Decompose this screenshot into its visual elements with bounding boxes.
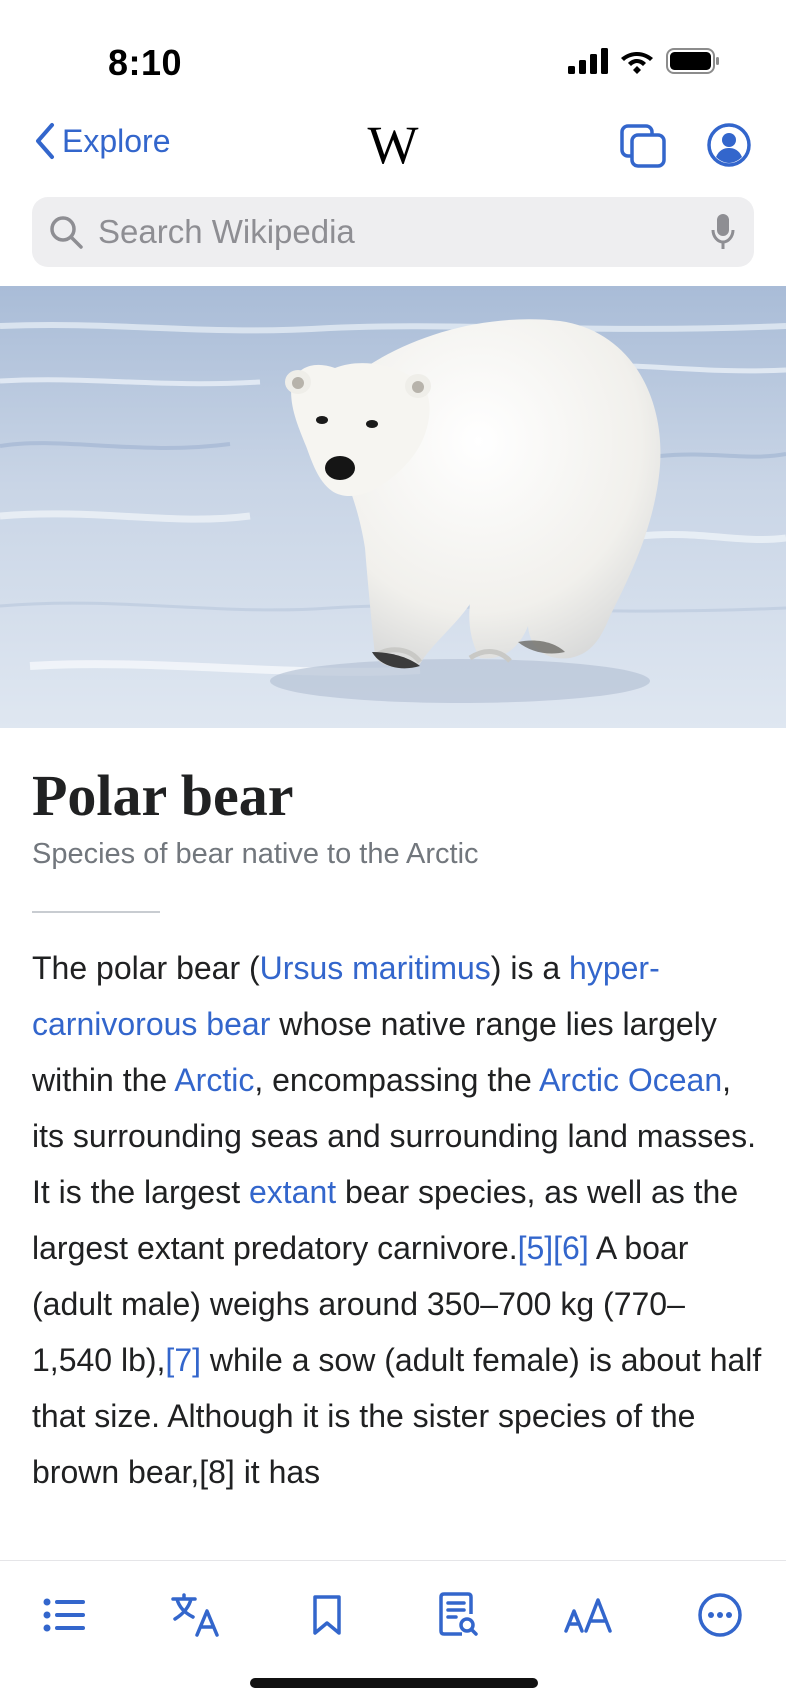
more-button[interactable] <box>692 1587 748 1643</box>
article-text: The polar bear ( <box>32 950 260 986</box>
title-divider <box>32 911 160 913</box>
find-in-page-button[interactable] <box>430 1587 486 1643</box>
text-size-icon <box>564 1598 612 1633</box>
article-link[interactable]: Arctic <box>174 1062 254 1098</box>
article-body: The polar bear (Ursus maritimus) is a hy… <box>32 940 762 1500</box>
lead-image[interactable] <box>0 286 786 728</box>
more-icon <box>698 1593 742 1637</box>
polar-bear-image <box>0 286 786 728</box>
save-button[interactable] <box>299 1587 355 1643</box>
search-input[interactable]: Search Wikipedia <box>32 197 754 267</box>
status-time: 8:10 <box>108 42 183 83</box>
search-icon <box>50 216 83 249</box>
article-link[interactable]: [6] <box>553 1230 589 1266</box>
article-link[interactable]: [7] <box>165 1342 201 1378</box>
languages-icon <box>171 1593 219 1637</box>
home-indicator <box>250 1678 538 1688</box>
languages-button[interactable] <box>168 1587 224 1643</box>
tabs-button[interactable] <box>620 124 666 173</box>
article-link[interactable]: [5] <box>518 1230 554 1266</box>
text-size-button[interactable] <box>561 1587 617 1643</box>
table-of-contents-button[interactable] <box>37 1587 93 1643</box>
cellular-signal-icon <box>568 48 608 74</box>
profile-icon <box>707 123 751 167</box>
tabs-icon <box>620 124 666 168</box>
article-text: ) is a <box>490 950 570 986</box>
search-placeholder: Search Wikipedia <box>98 213 355 250</box>
article-text: , encompassing the <box>254 1062 539 1098</box>
nav-bar: Explore W <box>0 110 786 180</box>
profile-button[interactable] <box>706 122 752 173</box>
find-in-page-icon <box>439 1592 478 1636</box>
microphone-icon[interactable] <box>710 212 736 252</box>
wifi-icon <box>621 52 653 74</box>
status-icons <box>568 48 720 74</box>
article-description: Species of bear native to the Arctic <box>32 838 479 870</box>
wikipedia-logo[interactable]: W <box>0 114 786 176</box>
table-of-contents-icon <box>43 1598 85 1632</box>
article-title: Polar bear <box>32 763 294 828</box>
article-link[interactable]: Arctic Ocean <box>539 1062 722 1098</box>
article-link[interactable]: Ursus maritimus <box>260 950 491 986</box>
article-link[interactable]: extant <box>249 1174 336 1210</box>
bookmark-icon <box>313 1595 341 1635</box>
battery-icon <box>666 48 719 74</box>
status-bar: 8:10 <box>0 0 786 110</box>
